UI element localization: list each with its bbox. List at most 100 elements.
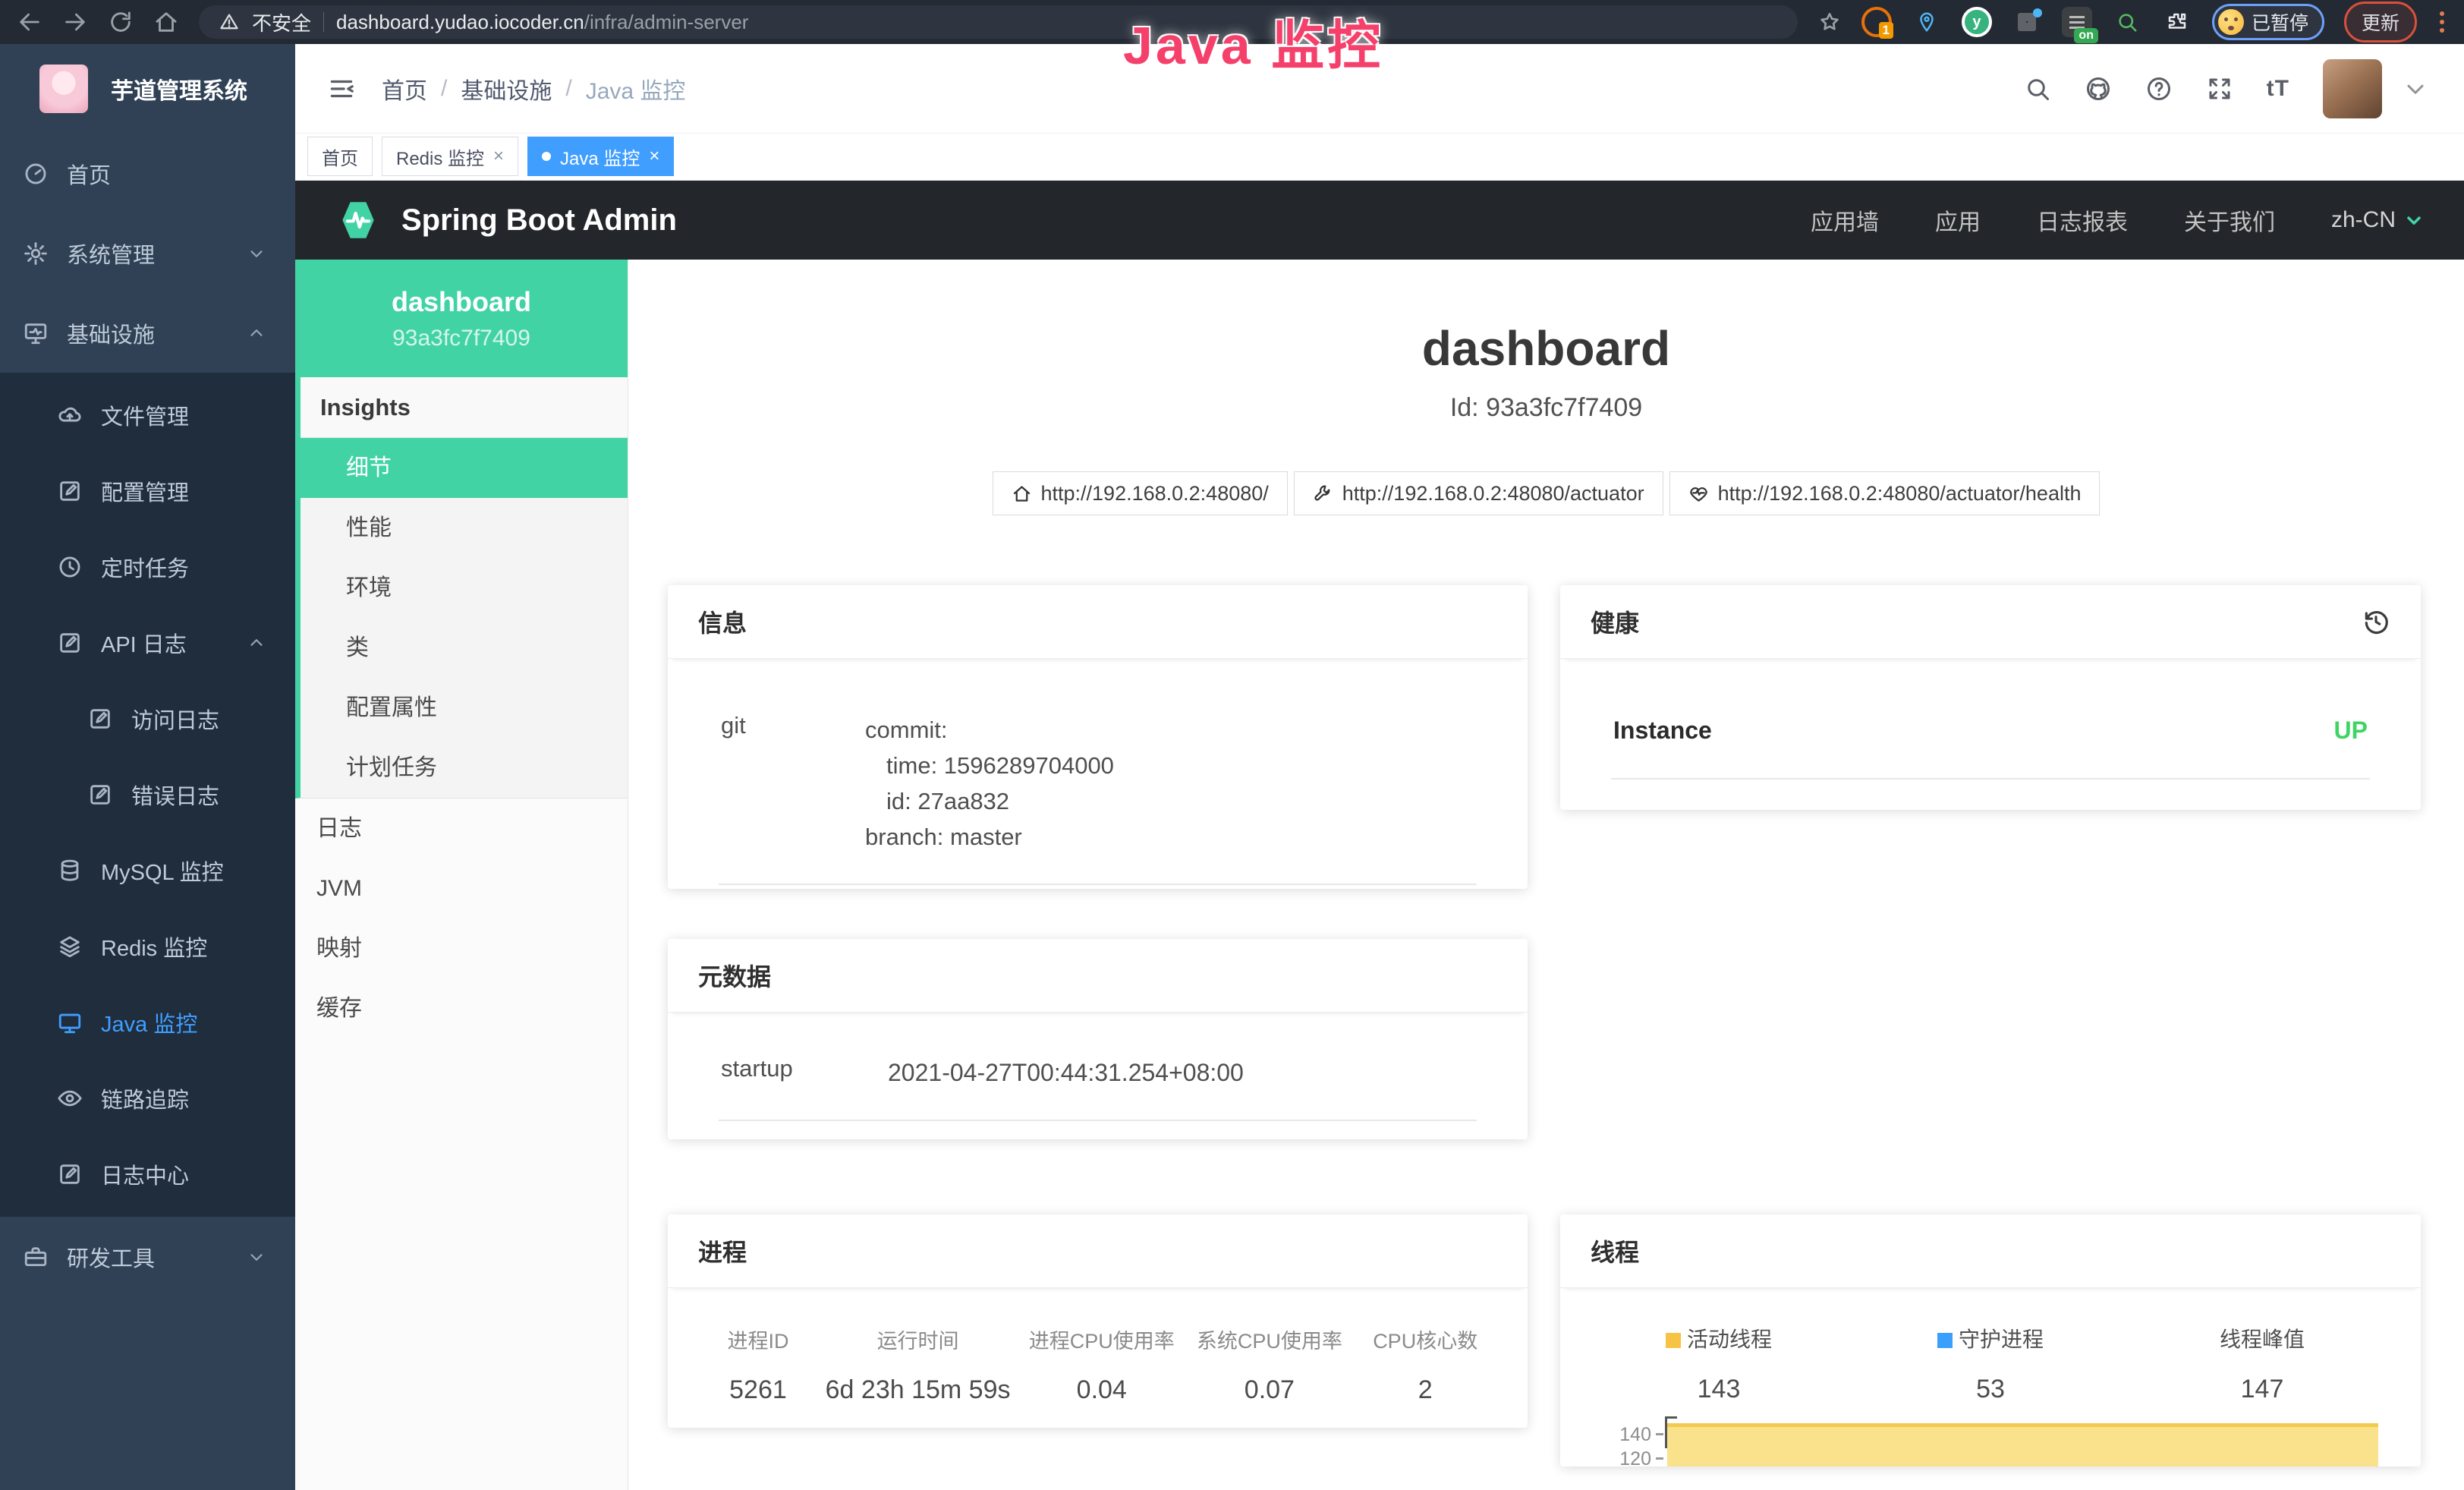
health-card: 健康 Instance UP [1560,585,2421,810]
sidebar-item-job[interactable]: 定时任务 [0,529,295,605]
display-icon [57,1010,83,1035]
sidebar-item-home[interactable]: 首页 [0,134,295,213]
language-selector[interactable]: zh-CN [2331,207,2425,233]
nav-item-metrics[interactable]: 性能 [301,498,628,558]
sidebar-item-dev-tools[interactable]: 研发工具 [0,1217,295,1296]
fullscreen-icon[interactable] [2206,75,2233,102]
forward-icon[interactable] [62,9,88,35]
edit-icon [57,478,83,504]
process-card-title: 进程 [668,1214,1528,1288]
metadata-card: 元数据 startup 2021-04-27T00:44:31.254+08:0… [668,939,1528,1139]
threads-legend: 活动线程 守护进程 线程峰值 [1583,1323,2398,1353]
extensions-puzzle-icon[interactable] [2162,7,2192,37]
sidebar-item-config[interactable]: 配置管理 [0,453,295,529]
instance-sidebar: dashboard 93a3fc7f7409 Insights 细节 性能 环境… [295,260,628,1490]
actuator-url-button[interactable]: http://192.168.0.2:48080/actuator [1294,471,1663,515]
nav-item-config-props[interactable]: 配置属性 [301,678,628,738]
security-label[interactable]: 不安全 [252,8,311,36]
health-instance-row[interactable]: Instance UP [1594,717,2387,745]
github-icon[interactable] [2085,75,2112,102]
close-icon[interactable]: × [649,146,659,167]
sba-logo-icon[interactable] [335,197,382,244]
address-bar[interactable]: 不安全 dashboard.yudao.iocoder.cn/infra/adm… [199,5,1798,39]
back-icon[interactable] [17,9,42,35]
sba-nav-about[interactable]: 关于我们 [2184,203,2275,237]
tab-java-monitor[interactable]: Java 监控 × [527,137,674,176]
help-icon[interactable] [2145,75,2173,102]
info-card-title: 信息 [668,585,1528,659]
user-avatar[interactable] [2323,59,2382,118]
divider [1611,778,2370,780]
sidebar-item-java-monitor[interactable]: Java 监控 [0,984,295,1060]
metadata-card-title: 元数据 [668,939,1528,1013]
sba-nav-wallboard[interactable]: 应用墙 [1811,203,1879,237]
breadcrumb-infra[interactable]: 基础设施 [461,72,552,106]
edit-icon [57,630,83,656]
url-text[interactable]: dashboard.yudao.iocoder.cn/infra/admin-s… [336,11,748,34]
nav-item-classes[interactable]: 类 [301,618,628,678]
history-icon[interactable] [2362,607,2390,636]
y-tick-140: 140 [1583,1424,1651,1446]
edit-icon [87,706,113,732]
app-logo-row[interactable]: 芋道管理系统 [0,44,295,134]
extension-yuque-icon[interactable]: y [1962,7,1992,37]
chevron-down-icon [247,244,266,263]
close-icon[interactable]: × [493,146,504,167]
browser-profile-chip[interactable]: 已暂停 [2212,4,2324,40]
sidebar-item-redis[interactable]: Redis 监控 [0,909,295,984]
sidebar-item-mysql[interactable]: MySQL 监控 [0,833,295,909]
legend-peak-threads: 线程峰值 [2126,1323,2398,1353]
process-headers: 进程ID 运行时间 进程CPU使用率 系统CPU使用率 CPU核心数 [698,1325,1497,1354]
process-cpu: 0.04 [1018,1375,1185,1405]
sidebar-item-access-log[interactable]: 访问日志 [0,681,295,757]
legend-live-threads: 活动线程 [1583,1323,1855,1353]
extension-pin-icon[interactable] [1912,7,1942,37]
sba-brand[interactable]: Spring Boot Admin [401,203,677,238]
font-size-icon[interactable]: tT [2267,76,2289,102]
database-icon [57,858,83,884]
tab-redis-monitor[interactable]: Redis 监控 × [382,137,518,176]
nav-item-jvm[interactable]: JVM [295,858,628,918]
nav-item-environment[interactable]: 环境 [301,558,628,618]
metadata-startup-row: startup 2021-04-27T00:44:31.254+08:00 [702,1055,1493,1091]
service-url-button[interactable]: http://192.168.0.2:48080/ [993,471,1288,515]
sidebar-item-infra[interactable]: 基础设施 [0,293,295,373]
instance-id: 93a3fc7f7409 [392,326,530,351]
sidebar-item-system[interactable]: 系统管理 [0,213,295,293]
reload-icon[interactable] [108,9,134,35]
extension-grid-icon[interactable] [2012,7,2042,37]
browser-menu-icon[interactable] [2437,8,2447,36]
chevron-down-icon [2403,209,2425,231]
bookmark-star-icon[interactable] [1817,10,1842,34]
sidebar-item-error-log[interactable]: 错误日志 [0,757,295,833]
hamburger-icon[interactable] [327,74,356,103]
extension-leaf-icon[interactable] [2112,7,2142,37]
nav-item-caches[interactable]: 缓存 [295,978,628,1038]
nav-item-logs[interactable]: 日志 [295,799,628,858]
sba-nav-journal[interactable]: 日志报表 [2037,203,2128,237]
instance-header[interactable]: dashboard 93a3fc7f7409 [295,260,628,377]
tab-home[interactable]: 首页 [307,137,373,176]
chevron-down-icon[interactable] [2402,75,2429,102]
divider [323,12,324,32]
sidebar-item-trace[interactable]: 链路追踪 [0,1060,295,1136]
threads-chart: 140 120 100 [1583,1415,2398,1466]
legend-daemon-threads: 守护进程 [1855,1323,2126,1353]
sidebar-item-api-log[interactable]: API 日志 [0,605,295,681]
extension-onetab-icon[interactable]: on [2062,7,2092,37]
nav-item-mappings[interactable]: 映射 [295,918,628,978]
browser-home-icon[interactable] [153,9,179,35]
nav-item-scheduled-tasks[interactable]: 计划任务 [301,738,628,798]
sidebar-item-file[interactable]: 文件管理 [0,377,295,453]
app-title: 芋道管理系统 [111,72,247,106]
sba-nav-applications[interactable]: 应用 [1935,203,1981,237]
nav-item-details[interactable]: 细节 [301,438,628,498]
breadcrumb-home[interactable]: 首页 [382,72,427,106]
y-axis-top-tick [1665,1416,1677,1419]
sidebar-item-log-center[interactable]: 日志中心 [0,1136,295,1212]
health-url-button[interactable]: http://192.168.0.2:48080/actuator/health [1669,471,2101,515]
instance-details-page: dashboard Id: 93a3fc7f7409 http://192.16… [628,260,2464,1490]
search-icon[interactable] [2024,75,2051,102]
chrome-update-button[interactable]: 更新 [2344,2,2417,43]
extension-colorzilla-icon[interactable]: 1 [1861,7,1892,37]
